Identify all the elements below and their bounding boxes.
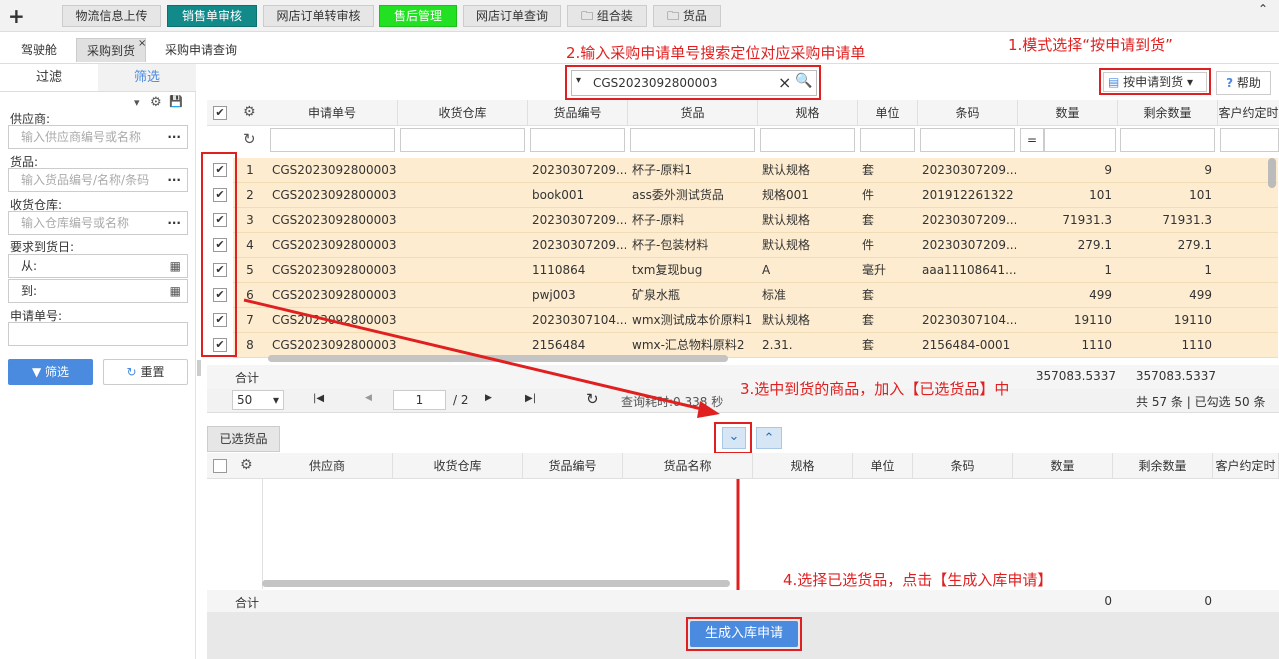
annotation-4: 4.选择已选货品，点击【生成入库申请】	[783, 571, 1053, 589]
sel-col-goods-name[interactable]: 货品名称	[623, 453, 753, 479]
selected-all-checkbox[interactable]	[213, 459, 227, 473]
sel-col-qty[interactable]: 数量	[1013, 453, 1113, 479]
gear-icon[interactable]: ⚙	[240, 457, 253, 473]
move-down-button[interactable]: ⌄	[722, 427, 746, 449]
generate-inbound-button[interactable]: 生成入库申请	[690, 621, 798, 647]
sel-col-goods-code[interactable]: 货品编号	[523, 453, 623, 479]
annotation-arrows	[243, 298, 746, 610]
divider	[262, 479, 263, 589]
sel-col-remain[interactable]: 剩余数量	[1113, 453, 1213, 479]
selected-total-label: 合计	[235, 596, 260, 610]
sel-col-barcode[interactable]: 条码	[913, 453, 1013, 479]
selected-total-qty: 0	[1104, 594, 1112, 608]
selected-total-row	[207, 590, 1279, 612]
sel-col-warehouse[interactable]: 收货仓库	[393, 453, 523, 479]
selected-goods-tab[interactable]: 已选货品	[207, 426, 280, 452]
sel-col-supplier[interactable]: 供应商	[262, 453, 393, 479]
sel-col-customer-date[interactable]: 客户约定时	[1213, 453, 1279, 479]
move-up-button[interactable]: ⌃	[756, 427, 782, 449]
selected-horizontal-scrollbar[interactable]	[262, 580, 730, 587]
selected-total-remain: 0	[1204, 594, 1212, 608]
sel-col-spec[interactable]: 规格	[753, 453, 853, 479]
sel-col-unit[interactable]: 单位	[853, 453, 913, 479]
